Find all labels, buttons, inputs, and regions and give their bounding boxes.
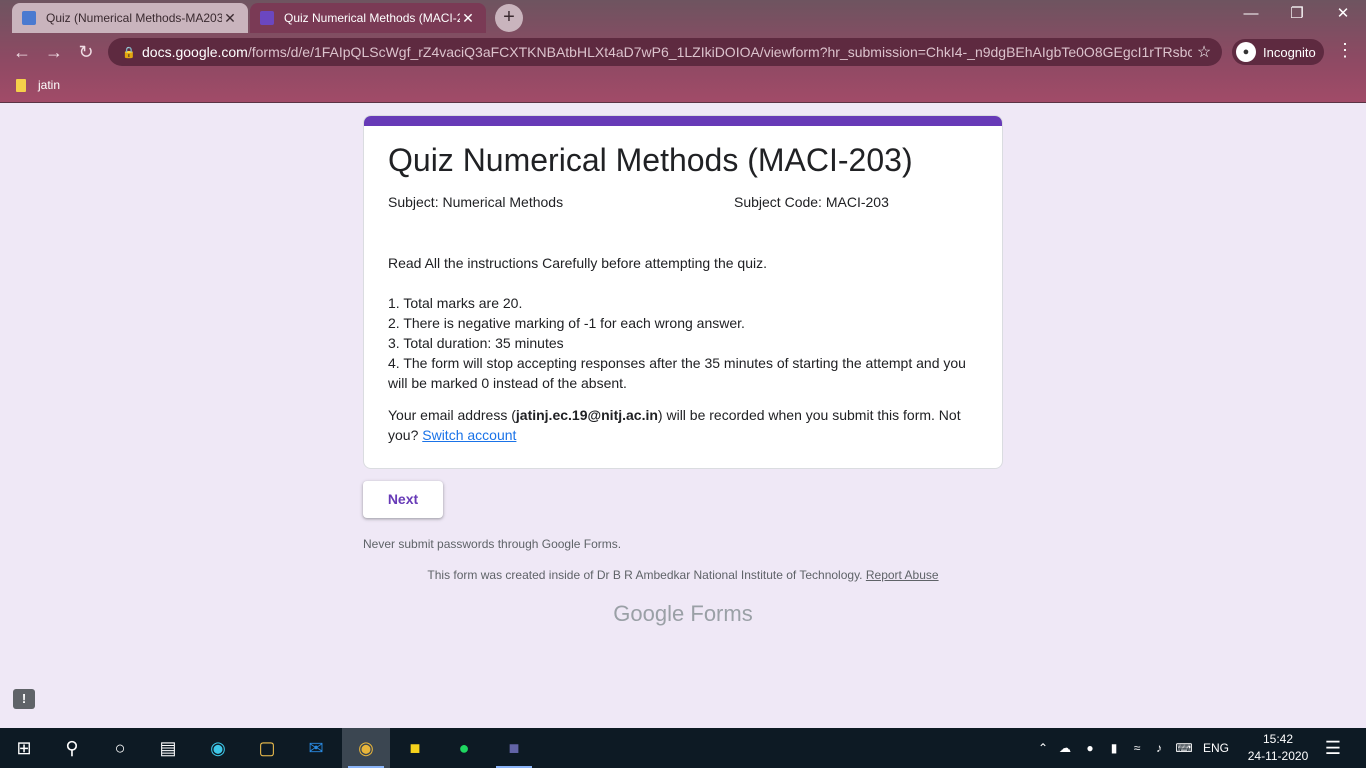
bookmark-jatin[interactable]: jatin [38, 78, 60, 92]
incognito-icon: ● [1236, 42, 1256, 62]
next-button[interactable]: Next [363, 481, 443, 518]
lock-icon: 🔒 [122, 46, 136, 59]
close-window-icon[interactable]: ✕ [1320, 0, 1366, 30]
created-notice: This form was created inside of Dr B R A… [427, 568, 939, 582]
spotify-icon[interactable]: ● [440, 728, 488, 768]
microphone-icon[interactable]: ● [1078, 741, 1102, 755]
tab-quiz-ma203[interactable]: Quiz (Numerical Methods-MA203 ✕ [12, 3, 248, 33]
google-forms-logo: Google Forms [613, 601, 753, 626]
clock-date: 24-11-2020 [1247, 749, 1309, 763]
subject-code-text: Subject Code: MACI-203 [734, 194, 889, 210]
address-bar[interactable]: 🔒 docs.google.com/forms/d/e/1FAIpQLScWgf… [108, 38, 1222, 66]
reload-icon[interactable]: ↻ [74, 40, 98, 64]
intro-text: Read All the instructions Carefully befo… [388, 255, 767, 271]
browser-toolbar: ← → ↻ 🔒 docs.google.com/forms/d/e/1FAIpQ… [0, 34, 1366, 70]
mail-icon[interactable]: ✉ [292, 728, 340, 768]
forms-list-icon [260, 11, 274, 25]
new-tab-button[interactable]: + [495, 4, 523, 32]
clock-time: 15:42 [1262, 732, 1294, 746]
incognito-label: Incognito [1263, 44, 1316, 60]
rule-3: 3. Total duration: 35 minutes [388, 335, 564, 351]
email-address: jatinj.ec.19@nitj.ac.in [515, 407, 658, 423]
rule-1: 1. Total marks are 20. [388, 295, 523, 311]
cortana-icon[interactable]: ○ [96, 728, 144, 768]
bookmarks-bar: jatin [0, 72, 1366, 98]
clock[interactable]: 15:42 24-11-2020 [1243, 731, 1313, 765]
browser-chrome: Quiz (Numerical Methods-MA203 ✕ Quiz Num… [0, 0, 1366, 103]
windows-taskbar: ⊞ ⚲ ○ ▤ ◉ ▢ ✉ ◉ ■ ● ■ ⌃ ☁ ● ▮ ≈ ♪ ⌨ ENG … [0, 728, 1366, 768]
forward-icon[interactable]: → [42, 40, 66, 64]
accent-band [364, 116, 1002, 126]
chrome-icon[interactable]: ◉ [342, 728, 390, 768]
bookmark-star-icon[interactable]: ☆ [1192, 42, 1216, 62]
rule-4: 4. The form will stop accepting response… [388, 355, 966, 391]
onedrive-icon[interactable]: ☁ [1052, 741, 1078, 755]
edge-icon[interactable]: ◉ [194, 728, 242, 768]
volume-icon[interactable]: ♪ [1148, 741, 1170, 755]
form-header-card: Quiz Numerical Methods (MACI-203) Subjec… [363, 115, 1003, 469]
incognito-badge[interactable]: ● Incognito [1232, 39, 1324, 65]
rule-2: 2. There is negative marking of -1 for e… [388, 315, 745, 331]
battery-icon[interactable]: ▮ [1102, 741, 1126, 755]
subject-text: Subject: Numerical Methods [388, 194, 564, 210]
keyboard-icon[interactable]: ⌨ [1170, 741, 1198, 755]
menu-icon[interactable]: ⋮ [1336, 40, 1354, 61]
tab-title: Quiz Numerical Methods (MACI-203 [284, 11, 460, 25]
url-text: docs.google.com/forms/d/e/1FAIpQLScWgf_r… [142, 44, 1192, 60]
teams-icon[interactable]: ■ [490, 728, 538, 768]
windows-start-icon[interactable]: ⊞ [0, 728, 48, 768]
folder-icon [16, 78, 26, 92]
tab-strip: Quiz (Numerical Methods-MA203 ✕ Quiz Num… [0, 0, 1366, 34]
back-icon[interactable]: ← [10, 40, 34, 64]
minimize-icon[interactable]: — [1228, 0, 1274, 30]
task-view-icon[interactable]: ▤ [144, 728, 192, 768]
wifi-icon[interactable]: ≈ [1126, 741, 1148, 755]
chevron-up-icon[interactable]: ⌃ [1034, 741, 1052, 755]
forms-person-icon [22, 11, 36, 25]
feedback-icon[interactable]: ! [13, 689, 35, 709]
system-tray: ⌃ ☁ ● ▮ ≈ ♪ ⌨ ENG [1034, 728, 1234, 768]
close-icon[interactable]: ✕ [222, 10, 238, 27]
notifications-icon[interactable]: ☰ [1310, 728, 1356, 768]
tab-quiz-maci203[interactable]: Quiz Numerical Methods (MACI-203 ✕ [250, 3, 486, 33]
tab-title: Quiz (Numerical Methods-MA203 [46, 11, 222, 25]
search-icon[interactable]: ⚲ [48, 728, 96, 768]
report-abuse-link[interactable]: Report Abuse [866, 568, 939, 582]
file-explorer-icon[interactable]: ▢ [243, 728, 291, 768]
language-indicator[interactable]: ENG [1198, 741, 1234, 755]
password-warning: Never submit passwords through Google Fo… [363, 537, 622, 551]
email-notice: Your email address (jatinj.ec.19@nitj.ac… [388, 407, 961, 443]
close-icon[interactable]: ✕ [460, 10, 476, 27]
switch-account-link[interactable]: Switch account [422, 427, 516, 443]
sticky-notes-icon[interactable]: ■ [391, 728, 439, 768]
form-title: Quiz Numerical Methods (MACI-203) [388, 142, 913, 178]
restore-icon[interactable]: ❐ [1274, 0, 1320, 30]
